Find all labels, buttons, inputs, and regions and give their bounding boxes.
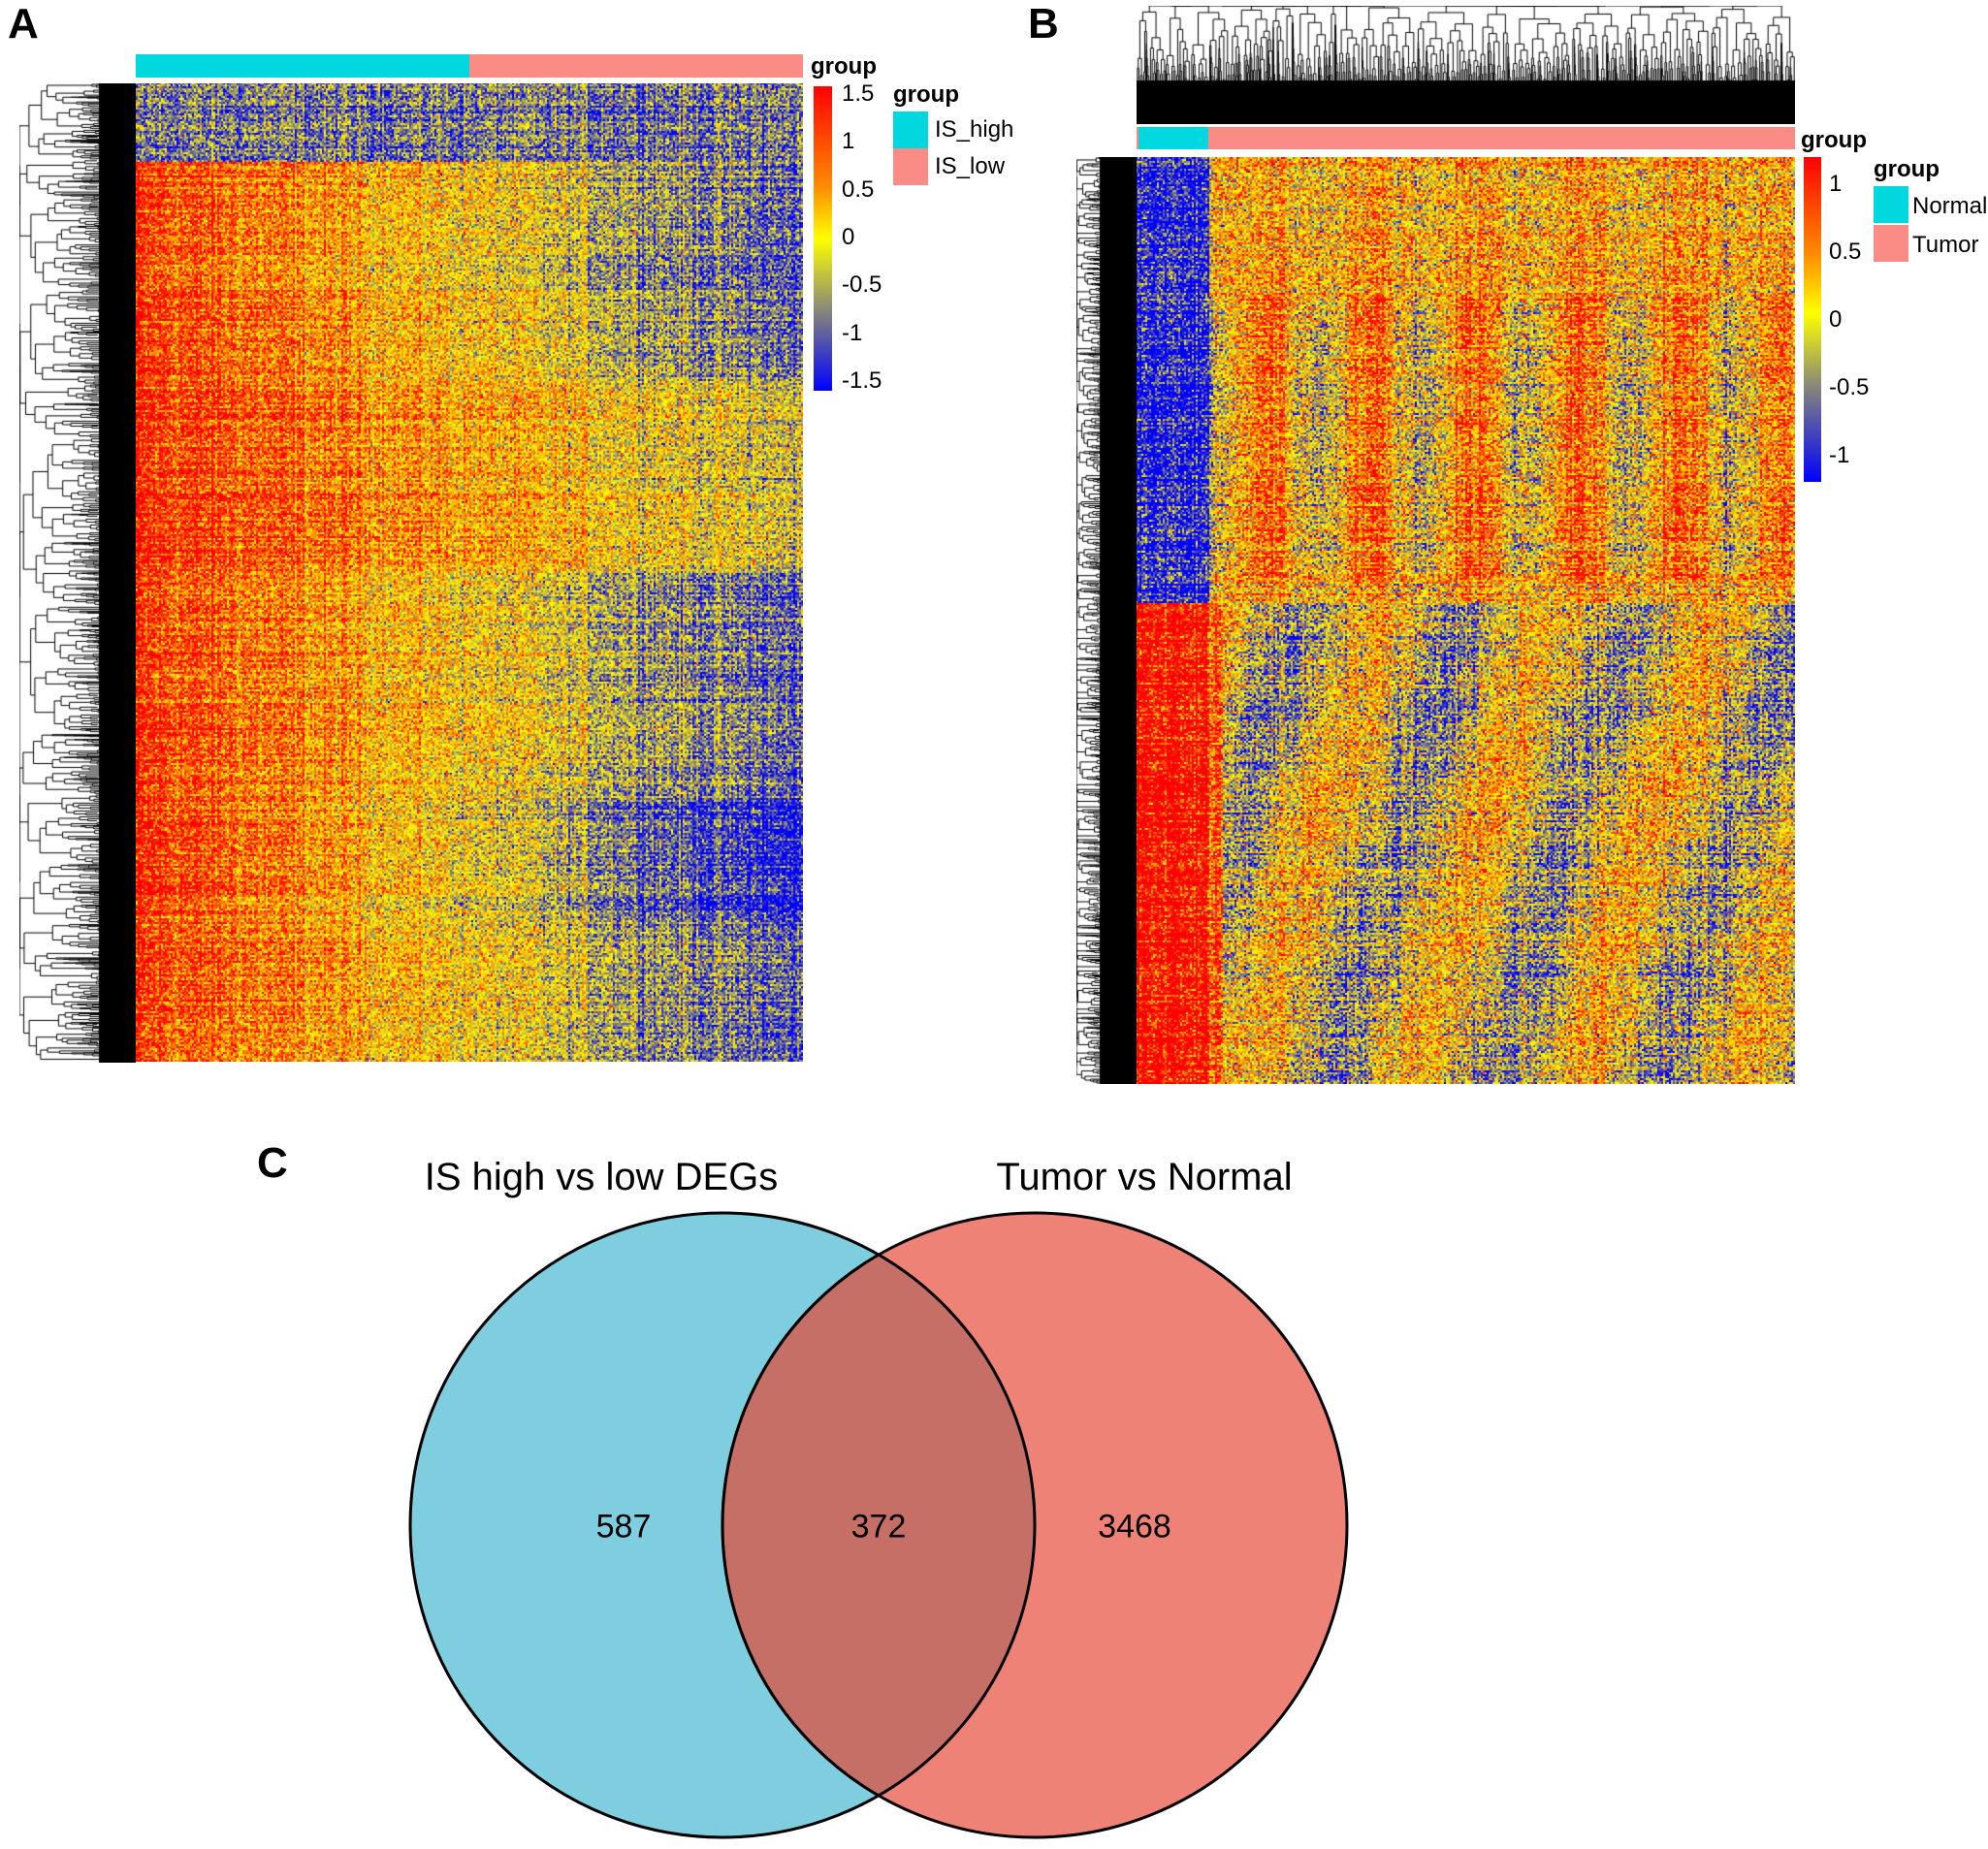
venn-count-intersection: 372: [850, 1508, 907, 1546]
venn-count-right-only: 3468: [1098, 1508, 1171, 1546]
venn-diagram: [408, 1211, 1349, 1839]
venn-count-left-only: 587: [595, 1508, 652, 1546]
